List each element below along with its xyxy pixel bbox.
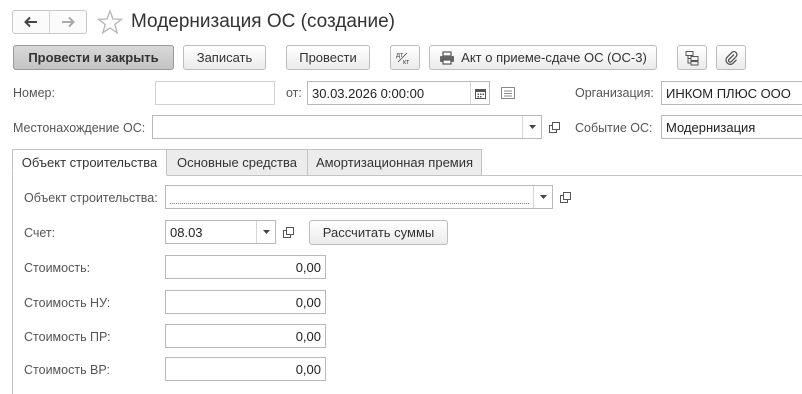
location-field[interactable] <box>152 115 542 139</box>
calendar-button[interactable] <box>470 82 489 104</box>
structure-button[interactable] <box>677 45 707 70</box>
date-label: от: <box>286 86 302 100</box>
act-os3-button[interactable]: Акт о приеме-сдаче ОС (ОС-3) <box>429 45 657 70</box>
forward-button[interactable] <box>49 11 86 33</box>
cost-vr-label: Стоимость ВР: <box>24 363 110 377</box>
organization-label: Организация: <box>575 86 654 100</box>
organization-field[interactable]: ИНКОМ ПЛЮС ООО <box>661 81 802 105</box>
date-value: 30.03.2026 0:00:00 <box>312 85 425 101</box>
chevron-down-icon <box>528 125 536 129</box>
construction-open-button[interactable] <box>555 185 575 209</box>
arrow-right-icon <box>62 16 75 28</box>
chevron-down-icon <box>539 195 547 199</box>
cost-field[interactable]: 0,00 <box>165 255 326 279</box>
act-os3-label: Акт о приеме-сдаче ОС (ОС-3) <box>461 50 647 65</box>
page-title: Модернизация ОС (создание) <box>131 11 395 32</box>
account-value: 08.03 <box>170 224 203 240</box>
save-button[interactable]: Записать <box>183 45 266 70</box>
tab-fixed-assets[interactable]: Основные средства <box>166 149 308 176</box>
back-button[interactable] <box>13 11 49 33</box>
account-open-button[interactable] <box>278 220 298 244</box>
arrow-left-icon <box>24 16 37 28</box>
location-label: Местонахождение ОС: <box>13 121 146 135</box>
account-field[interactable]: 08.03 <box>165 220 276 244</box>
construction-object-value <box>170 190 529 204</box>
cost-pr-field[interactable]: 0,00 <box>165 324 326 348</box>
tab-panel-border <box>12 175 13 394</box>
open-window-icon <box>559 191 571 203</box>
cost-pr-label: Стоимость ПР: <box>24 330 111 344</box>
open-window-icon <box>548 121 560 133</box>
account-dropdown-button[interactable] <box>256 221 275 243</box>
favorite-star-icon[interactable] <box>96 9 124 35</box>
tab-construction-object[interactable]: Объект строительства <box>12 149 167 176</box>
nav-buttons <box>12 10 87 34</box>
location-dropdown-button[interactable] <box>522 116 541 138</box>
construction-object-field[interactable] <box>165 185 553 209</box>
date-field[interactable]: 30.03.2026 0:00:00 <box>307 81 490 105</box>
construction-dropdown-button[interactable] <box>533 186 552 208</box>
dt-kt-button[interactable]: дт кт <box>390 45 420 70</box>
cost-label: Стоимость: <box>24 261 91 275</box>
cost-nu-label: Стоимость НУ: <box>24 296 111 310</box>
printer-icon <box>440 50 455 65</box>
svg-text:кт: кт <box>403 59 410 66</box>
account-label: Счет: <box>24 226 56 240</box>
paperclip-icon <box>725 50 738 65</box>
calculate-sums-button[interactable]: Рассчитать суммы <box>309 220 448 245</box>
location-open-button[interactable] <box>544 115 564 139</box>
attach-button[interactable] <box>716 45 746 70</box>
number-label: Номер: <box>13 86 55 100</box>
hierarchy-icon <box>685 50 699 65</box>
number-field[interactable] <box>155 81 275 105</box>
event-label: Событие ОС: <box>575 121 653 135</box>
calendar-icon <box>474 88 486 99</box>
svg-text:дт: дт <box>396 52 404 59</box>
dt-kt-icon: дткт <box>396 52 410 66</box>
construction-object-label: Объект строительства: <box>24 191 158 205</box>
comment-icon[interactable] <box>501 87 515 102</box>
cost-nu-field[interactable]: 0,00 <box>165 290 326 314</box>
event-field[interactable]: Модернизация <box>661 115 802 139</box>
post-button[interactable]: Провести <box>286 45 370 70</box>
chevron-down-icon <box>262 230 270 234</box>
cost-vr-field[interactable]: 0,00 <box>165 357 326 381</box>
tab-depreciation-bonus[interactable]: Амортизационная премия <box>307 149 482 176</box>
post-and-close-button[interactable]: Провести и закрыть <box>13 45 174 70</box>
open-window-icon <box>282 226 294 238</box>
